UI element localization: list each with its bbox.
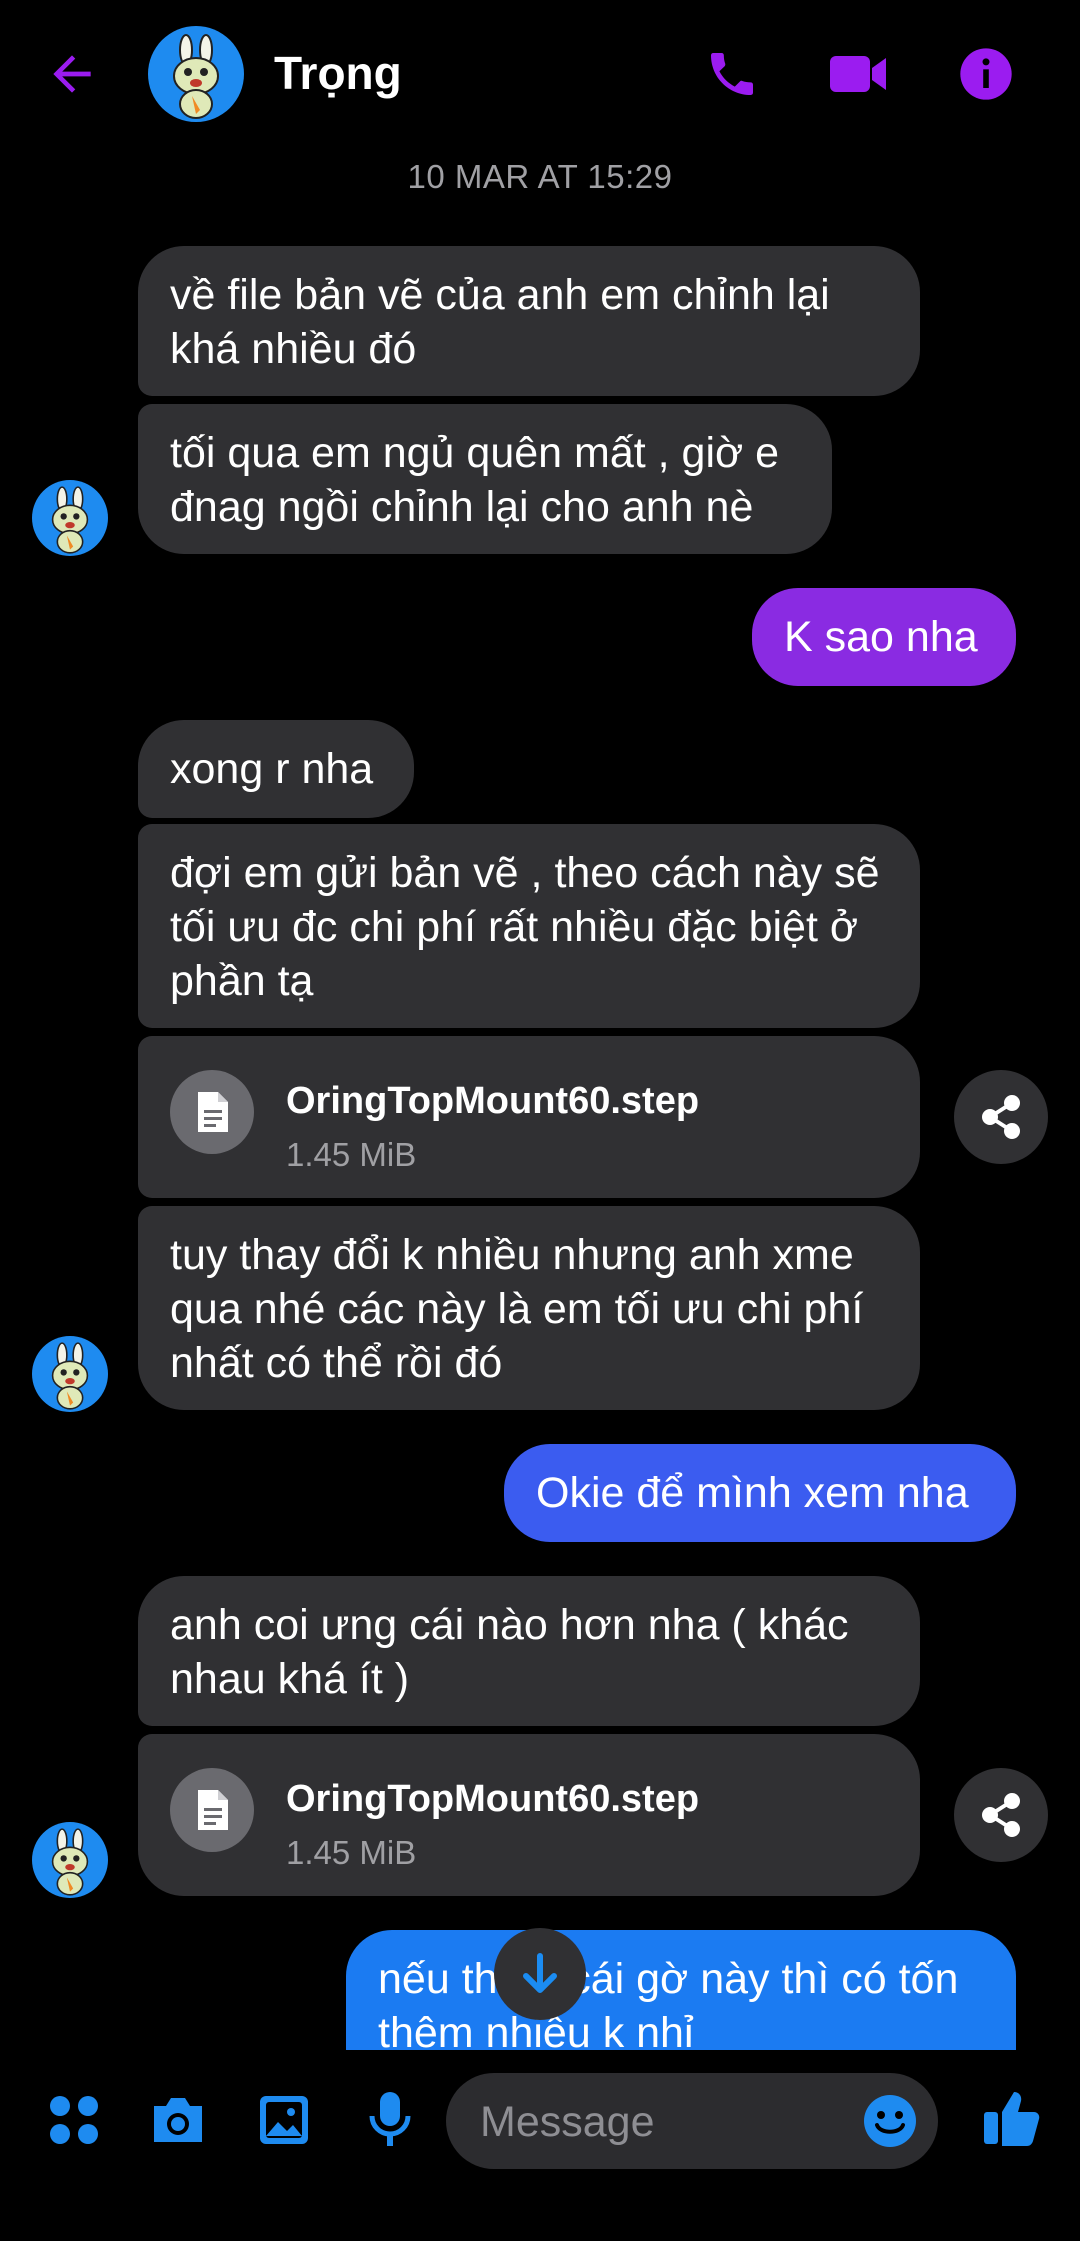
scroll-to-bottom-button[interactable]: [494, 1928, 586, 2020]
thumbs-up-icon[interactable]: [982, 2086, 1042, 2148]
outgoing-message[interactable]: Okie để mình xem nha: [504, 1444, 1016, 1542]
document-icon: [170, 1768, 254, 1852]
message-text: nếu thêm cái gờ này thì có tốn thêm nhiề…: [378, 1955, 959, 2050]
message-text: về file bản vẽ của anh em chỉnh lại khá …: [170, 271, 830, 373]
apps-menu-icon[interactable]: [48, 2094, 100, 2146]
incoming-message[interactable]: về file bản vẽ của anh em chỉnh lại khá …: [138, 246, 920, 396]
camera-icon[interactable]: [148, 2092, 208, 2148]
share-icon: [982, 1095, 1020, 1139]
file-name: OringTopMount60.step: [286, 1080, 700, 1122]
message-text: đợi em gửi bản vẽ , theo cách này sẽ tối…: [170, 849, 880, 1005]
share-button[interactable]: [954, 1070, 1048, 1164]
share-icon: [982, 1793, 1020, 1837]
contact-avatar[interactable]: [148, 26, 244, 122]
phone-icon[interactable]: [704, 46, 760, 102]
arrow-down-icon: [523, 1953, 557, 1993]
file-attachment[interactable]: OringTopMount60.step 1.45 MiB: [138, 1734, 920, 1896]
file-name: OringTopMount60.step: [286, 1778, 700, 1820]
video-camera-icon[interactable]: [826, 44, 890, 104]
incoming-message[interactable]: đợi em gửi bản vẽ , theo cách này sẽ tối…: [138, 824, 920, 1028]
emoji-icon[interactable]: [862, 2093, 918, 2149]
outgoing-message[interactable]: nếu thêm cái gờ này thì có tốn thêm nhiề…: [346, 1930, 1016, 2050]
sender-avatar[interactable]: [32, 480, 108, 556]
message-text: tuy thay đổi k nhiều nhưng anh xme qua n…: [170, 1231, 864, 1387]
sender-avatar[interactable]: [32, 1336, 108, 1412]
message-text: xong r nha: [170, 745, 374, 793]
message-text: Okie để mình xem nha: [536, 1469, 969, 1517]
info-icon[interactable]: [958, 46, 1014, 102]
message-text: K sao nha: [784, 613, 978, 661]
contact-name[interactable]: Trọng: [274, 46, 402, 100]
incoming-message[interactable]: anh coi ưng cái nào hơn nha ( khác nhau …: [138, 1576, 920, 1726]
back-arrow-icon[interactable]: [44, 46, 100, 102]
sender-avatar[interactable]: [32, 1822, 108, 1898]
share-button[interactable]: [954, 1768, 1048, 1862]
message-text: anh coi ưng cái nào hơn nha ( khác nhau …: [170, 1601, 849, 1703]
gallery-icon[interactable]: [256, 2092, 312, 2148]
message-text: tối qua em ngủ quên mất , giờ e đnag ngồ…: [170, 429, 780, 531]
conversation-timestamp: 10 MAR AT 15:29: [407, 158, 673, 195]
message-composer[interactable]: [446, 2073, 938, 2171]
file-attachment[interactable]: OringTopMount60.step 1.45 MiB: [138, 1036, 920, 1198]
outgoing-message[interactable]: K sao nha: [752, 588, 1016, 686]
message-input[interactable]: [478, 2073, 842, 2171]
outgoing-message-clip: nếu thêm cái gờ này thì có tốn thêm nhiề…: [346, 1930, 1016, 2050]
incoming-message[interactable]: tối qua em ngủ quên mất , giờ e đnag ngồ…: [138, 404, 832, 554]
incoming-message[interactable]: xong r nha: [138, 720, 414, 818]
file-size: 1.45 MiB: [286, 1834, 417, 1871]
document-icon: [170, 1070, 254, 1154]
incoming-message[interactable]: tuy thay đổi k nhiều nhưng anh xme qua n…: [138, 1206, 920, 1410]
microphone-icon[interactable]: [364, 2088, 416, 2150]
file-size: 1.45 MiB: [286, 1136, 417, 1173]
